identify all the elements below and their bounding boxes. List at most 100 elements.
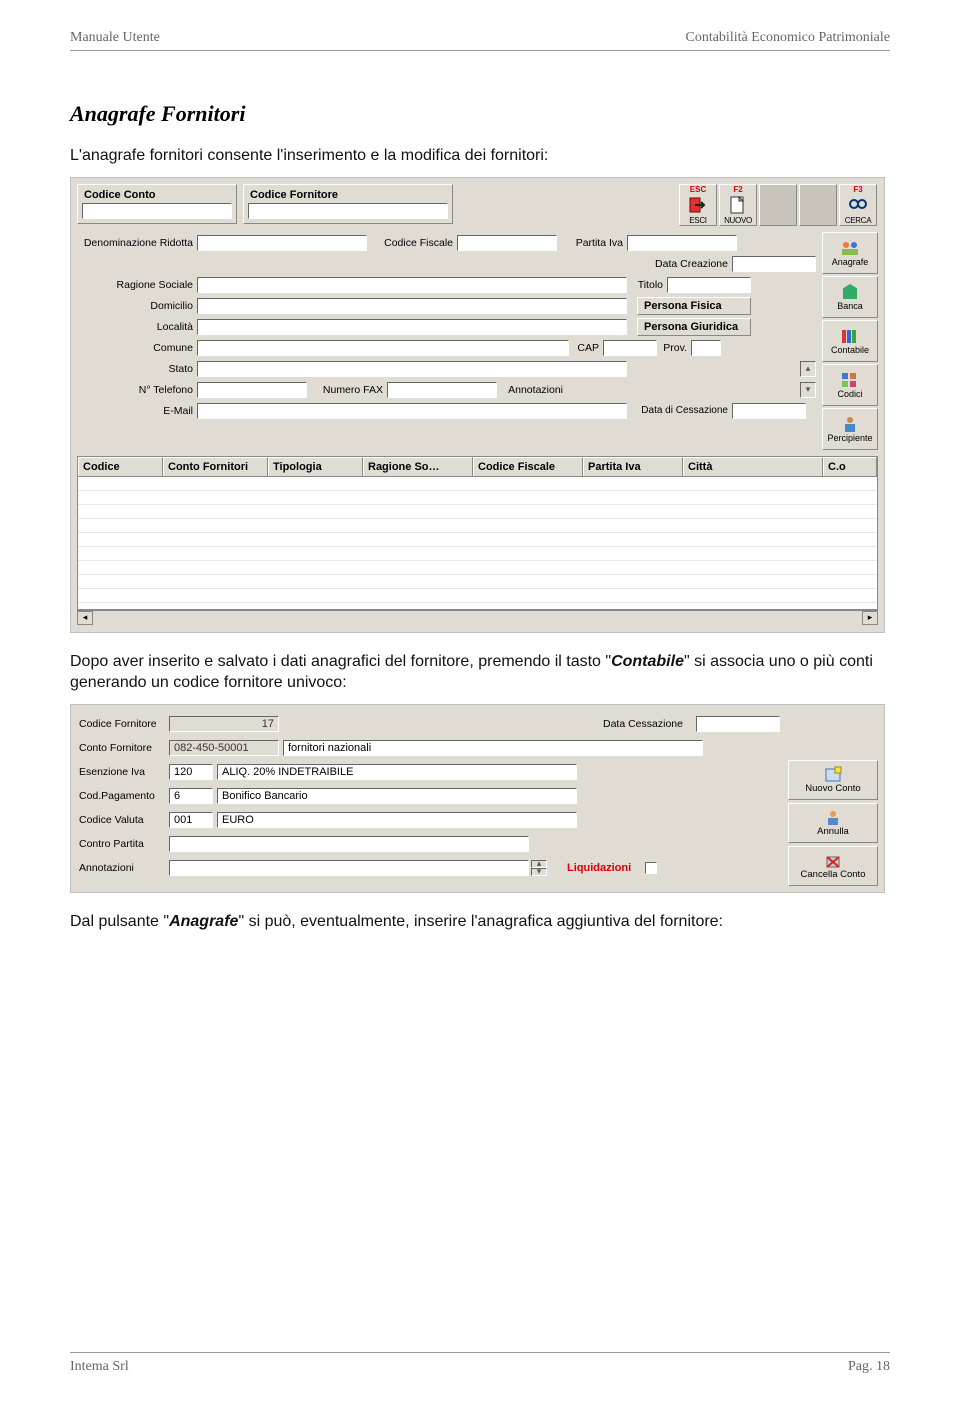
- input-cf[interactable]: [457, 235, 557, 251]
- input2-datacess[interactable]: [696, 716, 780, 732]
- esci-button[interactable]: ESC ESCI: [679, 184, 717, 226]
- cancella-conto-button[interactable]: Cancella Conto: [788, 846, 878, 886]
- input-datacess[interactable]: [732, 403, 806, 419]
- codici-button[interactable]: Codici: [822, 364, 878, 406]
- grid-col-cf[interactable]: Codice Fiscale: [473, 457, 583, 476]
- nuovo-button[interactable]: F2 NUOVO: [719, 184, 757, 226]
- banca-button[interactable]: Banca: [822, 276, 878, 318]
- horizontal-scrollbar[interactable]: ◂ ▸: [77, 610, 878, 626]
- codes-icon: [840, 371, 860, 389]
- table-row: [78, 575, 877, 589]
- disabled-button-2: [799, 184, 837, 226]
- input-domicilio[interactable]: [197, 298, 627, 314]
- label-titolo: Titolo: [627, 279, 667, 291]
- para2-b: Contabile: [611, 653, 684, 670]
- input-fax[interactable]: [387, 382, 497, 398]
- esc-badge: ESC: [690, 185, 706, 194]
- value2-codforn: 17: [169, 716, 279, 732]
- para3-a: Dal pulsante ": [70, 913, 169, 930]
- label-anno: Annotazioni: [497, 384, 567, 396]
- input2-esenz[interactable]: 120: [169, 764, 213, 780]
- table-row: [78, 533, 877, 547]
- scroll-down-icon[interactable]: ▾: [800, 382, 816, 398]
- label-datacess: Data di Cessazione: [627, 405, 732, 416]
- input-prov[interactable]: [691, 340, 721, 356]
- banca-side-label: Banca: [837, 301, 863, 311]
- input-titolo[interactable]: [667, 277, 751, 293]
- anno-scroll-down-icon[interactable]: ▾: [531, 868, 547, 876]
- grid-col-ragione[interactable]: Ragione So…: [363, 457, 473, 476]
- contabile-button[interactable]: Contabile: [822, 320, 878, 362]
- f3-badge: F3: [853, 185, 862, 194]
- percipiente-button[interactable]: Percipiente: [822, 408, 878, 450]
- label2-esenz: Esenzione Iva: [77, 766, 169, 778]
- field-codice-conto: Codice Conto: [77, 184, 237, 224]
- input2-contropart[interactable]: [169, 836, 529, 852]
- label-datacrea: Data Creazione: [644, 258, 732, 270]
- grid-col-citta[interactable]: Città: [683, 457, 823, 476]
- table-row: [78, 589, 877, 603]
- table-row: [78, 547, 877, 561]
- desc2-esenz[interactable]: ALIQ. 20% INDETRAIBILE: [217, 764, 577, 780]
- exit-icon: [687, 194, 709, 216]
- table-row: [78, 491, 877, 505]
- desc2-codval[interactable]: EURO: [217, 812, 577, 828]
- label-comune: Comune: [77, 342, 197, 354]
- anagrafe-button[interactable]: Anagrafe: [822, 232, 878, 274]
- grid-col-tipologia[interactable]: Tipologia: [268, 457, 363, 476]
- table-row: [78, 505, 877, 519]
- grid-col-co[interactable]: C.o: [823, 457, 877, 476]
- scroll-up-icon[interactable]: ▴: [800, 361, 816, 377]
- grid-col-piva[interactable]: Partita Iva: [583, 457, 683, 476]
- nuovo-conto-button[interactable]: Nuovo Conto: [788, 760, 878, 800]
- section-title: Anagrafe Fornitori: [70, 101, 890, 127]
- scroll-left-icon[interactable]: ◂: [77, 611, 93, 625]
- footer-left: Intema Srl: [70, 1359, 129, 1375]
- footer-right: Pag. 18: [848, 1359, 890, 1375]
- header-left: Manuale Utente: [70, 30, 160, 46]
- scroll-right-icon[interactable]: ▸: [862, 611, 878, 625]
- input-codice-fornitore[interactable]: [248, 203, 448, 219]
- input-email[interactable]: [197, 403, 627, 419]
- desc2-contof[interactable]: fornitori nazionali: [283, 740, 703, 756]
- fornitori-grid: Codice Conto Fornitori Tipologia Ragione…: [77, 456, 878, 610]
- input-denom[interactable]: [197, 235, 367, 251]
- side-toolbar: Anagrafe Banca Contabile Codici Percipie…: [822, 232, 878, 450]
- desc2-codpag[interactable]: Bonifico Bancario: [217, 788, 577, 804]
- label-email: E-Mail: [77, 405, 197, 417]
- annulla-label: Annulla: [817, 826, 849, 837]
- input-tel[interactable]: [197, 382, 307, 398]
- input-comune[interactable]: [197, 340, 569, 356]
- persona-giuridica-button[interactable]: Persona Giuridica: [637, 318, 751, 336]
- input2-codval[interactable]: 001: [169, 812, 213, 828]
- cerca-button[interactable]: F3 CERCA: [839, 184, 877, 226]
- input-ragione[interactable]: [197, 277, 627, 293]
- input2-anno[interactable]: [169, 860, 529, 876]
- esci-label: ESCI: [689, 216, 706, 225]
- input-datacrea[interactable]: [732, 256, 816, 272]
- persona-fisica-button[interactable]: Persona Fisica: [637, 297, 751, 315]
- input-codice-conto[interactable]: [82, 203, 232, 219]
- input2-codpag[interactable]: 6: [169, 788, 213, 804]
- input-stato[interactable]: [197, 361, 627, 377]
- annulla-button[interactable]: Annulla: [788, 803, 878, 843]
- codici-side-label: Codici: [837, 389, 862, 399]
- page-header: Manuale Utente Contabilità Economico Pat…: [70, 0, 890, 51]
- table-row: [78, 561, 877, 575]
- label2-contof: Conto Fornitore: [77, 742, 169, 754]
- input-localita[interactable]: [197, 319, 627, 335]
- grid-col-contofornitori[interactable]: Conto Fornitori: [163, 457, 268, 476]
- label2-contropart: Contro Partita: [77, 838, 169, 850]
- grid-col-codice[interactable]: Codice: [78, 457, 163, 476]
- label-localita: Località: [77, 321, 197, 333]
- contabile-side-label: Contabile: [831, 345, 869, 355]
- f2-badge: F2: [733, 185, 742, 194]
- para3-b: Anagrafe: [169, 913, 238, 930]
- grid-body[interactable]: [78, 477, 877, 609]
- table-row: [78, 519, 877, 533]
- liquidazioni-checkbox[interactable]: [645, 862, 657, 874]
- input-cap[interactable]: [603, 340, 657, 356]
- input-piva[interactable]: [627, 235, 737, 251]
- para2: Dopo aver inserito e salvato i dati anag…: [70, 651, 890, 694]
- cancella-conto-label: Cancella Conto: [801, 869, 866, 880]
